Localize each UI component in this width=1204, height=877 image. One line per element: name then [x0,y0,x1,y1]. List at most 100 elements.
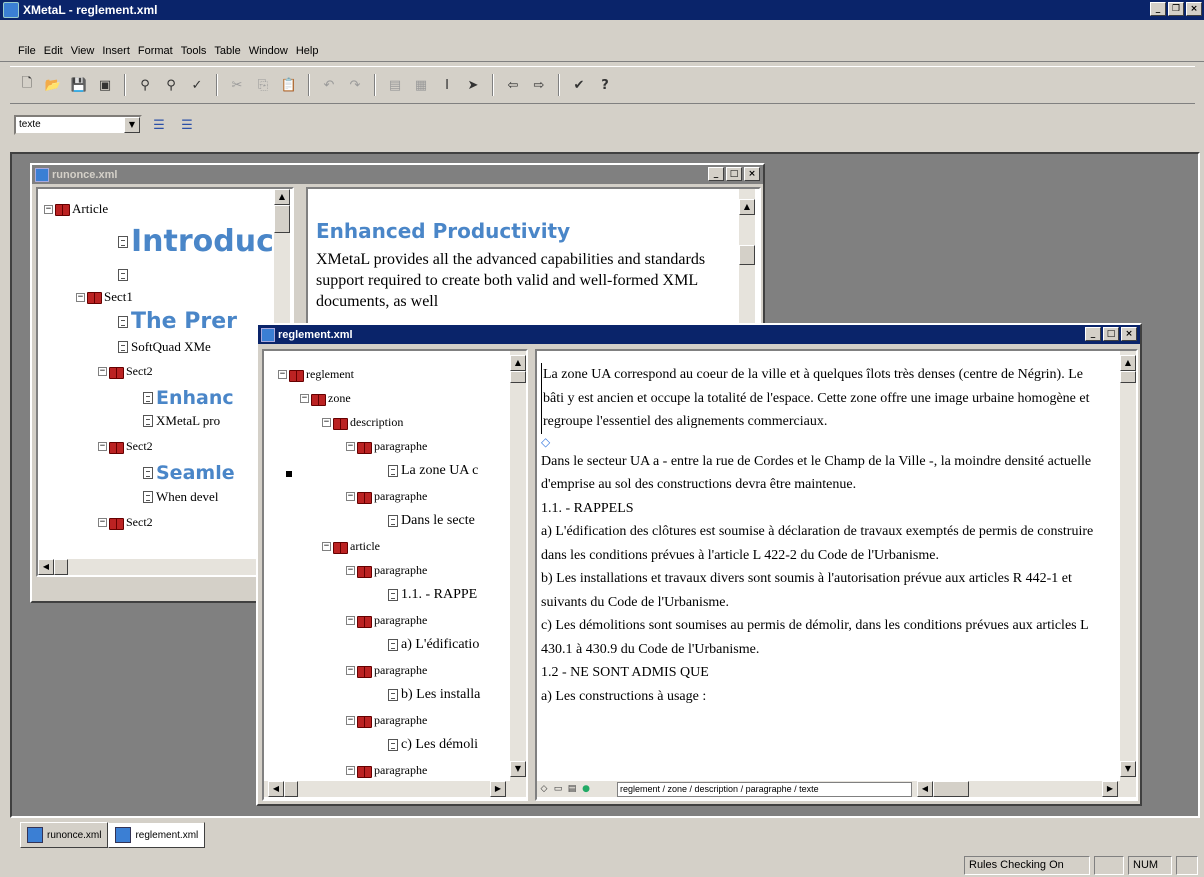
tree-node-article[interactable]: − article [322,539,380,554]
tree-node-sect2[interactable]: − Sect2 [98,439,153,454]
collapse-icon[interactable]: − [76,292,85,302]
scroll-thumb[interactable] [739,245,755,265]
tree-node-paragraphe[interactable]: − paragraphe [346,563,427,578]
scroll-down-icon[interactable]: ▼ [1120,761,1136,777]
collapse-icon[interactable]: − [322,542,331,551]
spellcheck-icon[interactable]: ✓ [186,74,208,96]
bulleted-list-icon[interactable]: ☰ [176,114,198,136]
menu-view[interactable]: View [67,45,99,57]
scroll-thumb[interactable] [1120,371,1136,383]
back-icon[interactable]: ⇦ [502,74,524,96]
scroll-thumb[interactable] [510,371,526,383]
paste-icon[interactable]: 📋 [278,74,300,96]
reglement-titlebar[interactable]: reglement.xml _ □ × [258,325,1140,344]
scroll-left-icon[interactable]: ◀ [917,781,933,797]
tree-vertical-scrollbar[interactable]: ▲ ▼ [510,351,526,781]
paragraph[interactable]: 1.1. - RAPPELS [541,497,1101,521]
tags-view-icon[interactable]: ▤ [384,74,406,96]
tree-node-texte[interactable]: a) L'édificatio [388,637,479,653]
copy-icon[interactable]: ⎘ [252,74,274,96]
tree-node-softquad[interactable]: SoftQuad XMe [118,339,211,355]
reglement-content-pane[interactable]: La zone UA correspond au coeur de la vil… [535,349,1138,801]
content-vertical-scrollbar[interactable]: ▲ ▼ [1120,351,1136,781]
browser-preview-icon[interactable]: ● [579,781,593,797]
scroll-up-icon[interactable]: ▲ [739,199,755,215]
tree-node-paragraphe[interactable]: − paragraphe [346,613,427,628]
scroll-right-icon[interactable]: ▶ [490,781,506,797]
collapse-icon[interactable]: − [346,616,355,625]
tree-node-xmetal-pro[interactable]: XMetaL pro [143,413,220,429]
runonce-content-pane[interactable]: Enhanced Productivity XMetaL provides al… [306,187,761,337]
numbered-list-icon[interactable]: ☰ [148,114,170,136]
tree-node-sect2[interactable]: − Sect2 [98,364,153,379]
tree-node-premier[interactable]: The Prer [118,309,237,334]
tree-node-texte[interactable]: Dans le secte [388,513,475,529]
minimize-icon[interactable]: _ [1150,2,1166,16]
scroll-right-icon[interactable]: ▶ [1102,781,1118,797]
paragraph[interactable]: Dans le secteur UA a - entre la rue de C… [541,450,1101,497]
tree-node-sect1[interactable]: − Sect1 [76,289,133,305]
scroll-up-icon[interactable]: ▲ [1120,355,1136,371]
tree-node-paragraphe[interactable]: − paragraphe [346,763,427,778]
tree-node-empty[interactable] [118,269,131,281]
tree-node-texte[interactable]: La zone UA c [388,463,478,479]
forward-icon[interactable]: ⇨ [528,74,550,96]
tree-node-article[interactable]: − Article [44,201,108,217]
scroll-up-icon[interactable]: ▲ [510,355,526,371]
paragraph[interactable]: b) Les installations et travaux divers s… [541,567,1101,614]
scroll-thumb[interactable] [274,205,290,233]
tree-node-reglement[interactable]: − reglement [278,367,354,382]
collapse-icon[interactable]: − [322,418,331,427]
element-combo[interactable]: texte ▼ [14,115,142,135]
tree-node-texte[interactable]: c) Les démoli [388,737,478,753]
tree-node-paragraphe[interactable]: − paragraphe [346,713,427,728]
close-icon[interactable]: × [744,167,760,181]
tree-node-sect2[interactable]: − Sect2 [98,515,153,530]
tree-node-paragraphe[interactable]: − paragraphe [346,489,427,504]
save-icon[interactable]: 💾 [68,74,90,96]
document-body[interactable]: La zone UA correspond au coeur de la vil… [541,363,1101,708]
menu-file[interactable]: File [14,45,40,57]
close-icon[interactable]: × [1186,2,1202,16]
tree-node-texte[interactable]: 1.1. - RAPPE [388,587,477,603]
tree-node-title[interactable]: Introduci [118,224,284,259]
scroll-left-icon[interactable]: ◀ [38,559,54,575]
collapse-icon[interactable]: − [346,666,355,675]
tree-node-zone[interactable]: − zone [300,391,351,406]
collapse-icon[interactable]: − [346,442,355,451]
collapse-icon[interactable]: − [98,367,107,376]
tree-node-description[interactable]: − description [322,415,403,430]
menu-tools[interactable]: Tools [177,45,211,57]
paragraph[interactable]: 1.2 - NE SONT ADMIS QUE [541,661,1101,685]
tab-runonce[interactable]: runonce.xml [20,822,109,848]
scroll-thumb[interactable] [54,559,68,575]
restore-icon[interactable]: ❐ [1168,2,1184,16]
scroll-thumb[interactable] [933,781,969,797]
collapse-icon[interactable]: − [300,394,309,403]
tree-node-enhanc[interactable]: Enhanc [143,387,234,409]
undo-icon[interactable]: ↶ [318,74,340,96]
menu-format[interactable]: Format [134,45,177,57]
tree-node-texte[interactable]: b) Les installa [388,687,480,703]
normal-view-icon[interactable]: ▭ [551,781,565,797]
collapse-icon[interactable]: − [346,716,355,725]
scroll-up-icon[interactable]: ▲ [274,189,290,205]
content-vertical-scrollbar[interactable]: ▲ [739,189,755,335]
runonce-titlebar[interactable]: runonce.xml _ □ × [32,165,763,184]
menu-edit[interactable]: Edit [40,45,67,57]
paragraph[interactable]: a) Les constructions à usage : [541,685,1101,709]
scroll-left-icon[interactable]: ◀ [268,781,284,797]
scroll-down-icon[interactable]: ▼ [510,761,526,777]
collapse-icon[interactable]: − [44,204,53,214]
find-replace-icon[interactable]: ⚲ [160,74,182,96]
open-folder-icon[interactable]: 📂 [42,74,64,96]
paragraph[interactable]: La zone UA correspond au coeur de la vil… [541,363,1101,434]
tree-horizontal-scrollbar[interactable]: ◀ ▶ [264,781,526,797]
help-icon[interactable]: ? [594,74,616,96]
collapse-icon[interactable]: − [98,442,107,451]
text-cursor-icon[interactable]: I [436,74,458,96]
collapse-icon[interactable]: − [346,766,355,775]
new-file-icon[interactable]: 🗋 [16,74,38,96]
find-icon[interactable]: ⚲ [134,74,156,96]
paragraph[interactable]: a) L'édification des clôtures est soumis… [541,520,1101,567]
